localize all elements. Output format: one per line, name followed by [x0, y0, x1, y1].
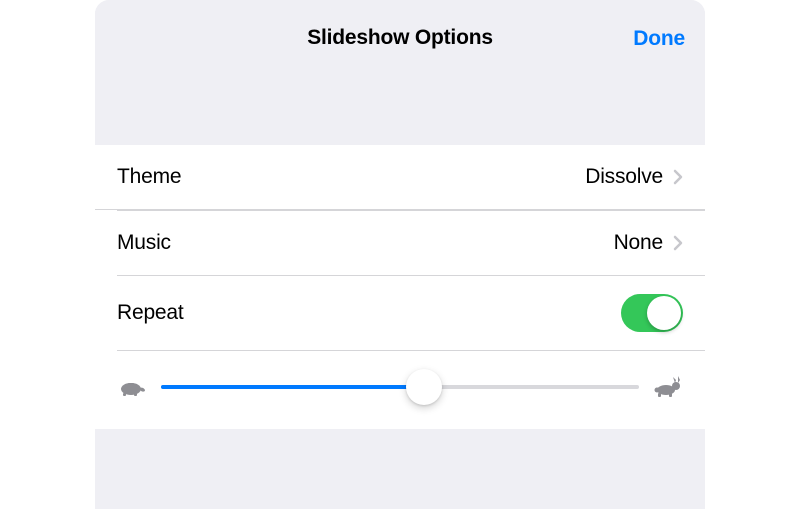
speed-slider-row: [95, 351, 705, 429]
rabbit-icon: [653, 376, 683, 398]
music-value: None: [614, 231, 663, 255]
chevron-right-icon: [673, 235, 683, 251]
toggle-knob: [647, 296, 681, 330]
slider-fill: [161, 385, 424, 389]
sheet-footer-gap: [95, 429, 705, 509]
repeat-row: Repeat: [95, 276, 705, 350]
theme-row[interactable]: Theme Dissolve: [95, 145, 705, 210]
chevron-right-icon: [673, 169, 683, 185]
repeat-toggle[interactable]: [621, 294, 683, 332]
slider-thumb[interactable]: [406, 369, 442, 405]
turtle-icon: [117, 377, 147, 397]
slideshow-options-sheet: Slideshow Options Done Theme Dissolve Mu…: [95, 0, 705, 509]
music-row[interactable]: Music None: [95, 211, 705, 275]
theme-value: Dissolve: [585, 165, 663, 189]
theme-label: Theme: [117, 165, 585, 189]
music-label: Music: [117, 231, 614, 255]
speed-slider[interactable]: [161, 369, 639, 405]
done-button[interactable]: Done: [633, 27, 685, 51]
sheet-header: Slideshow Options Done: [95, 0, 705, 145]
page-title: Slideshow Options: [95, 26, 705, 50]
repeat-label: Repeat: [117, 301, 621, 325]
settings-list: Theme Dissolve Music None Repeat: [95, 145, 705, 429]
